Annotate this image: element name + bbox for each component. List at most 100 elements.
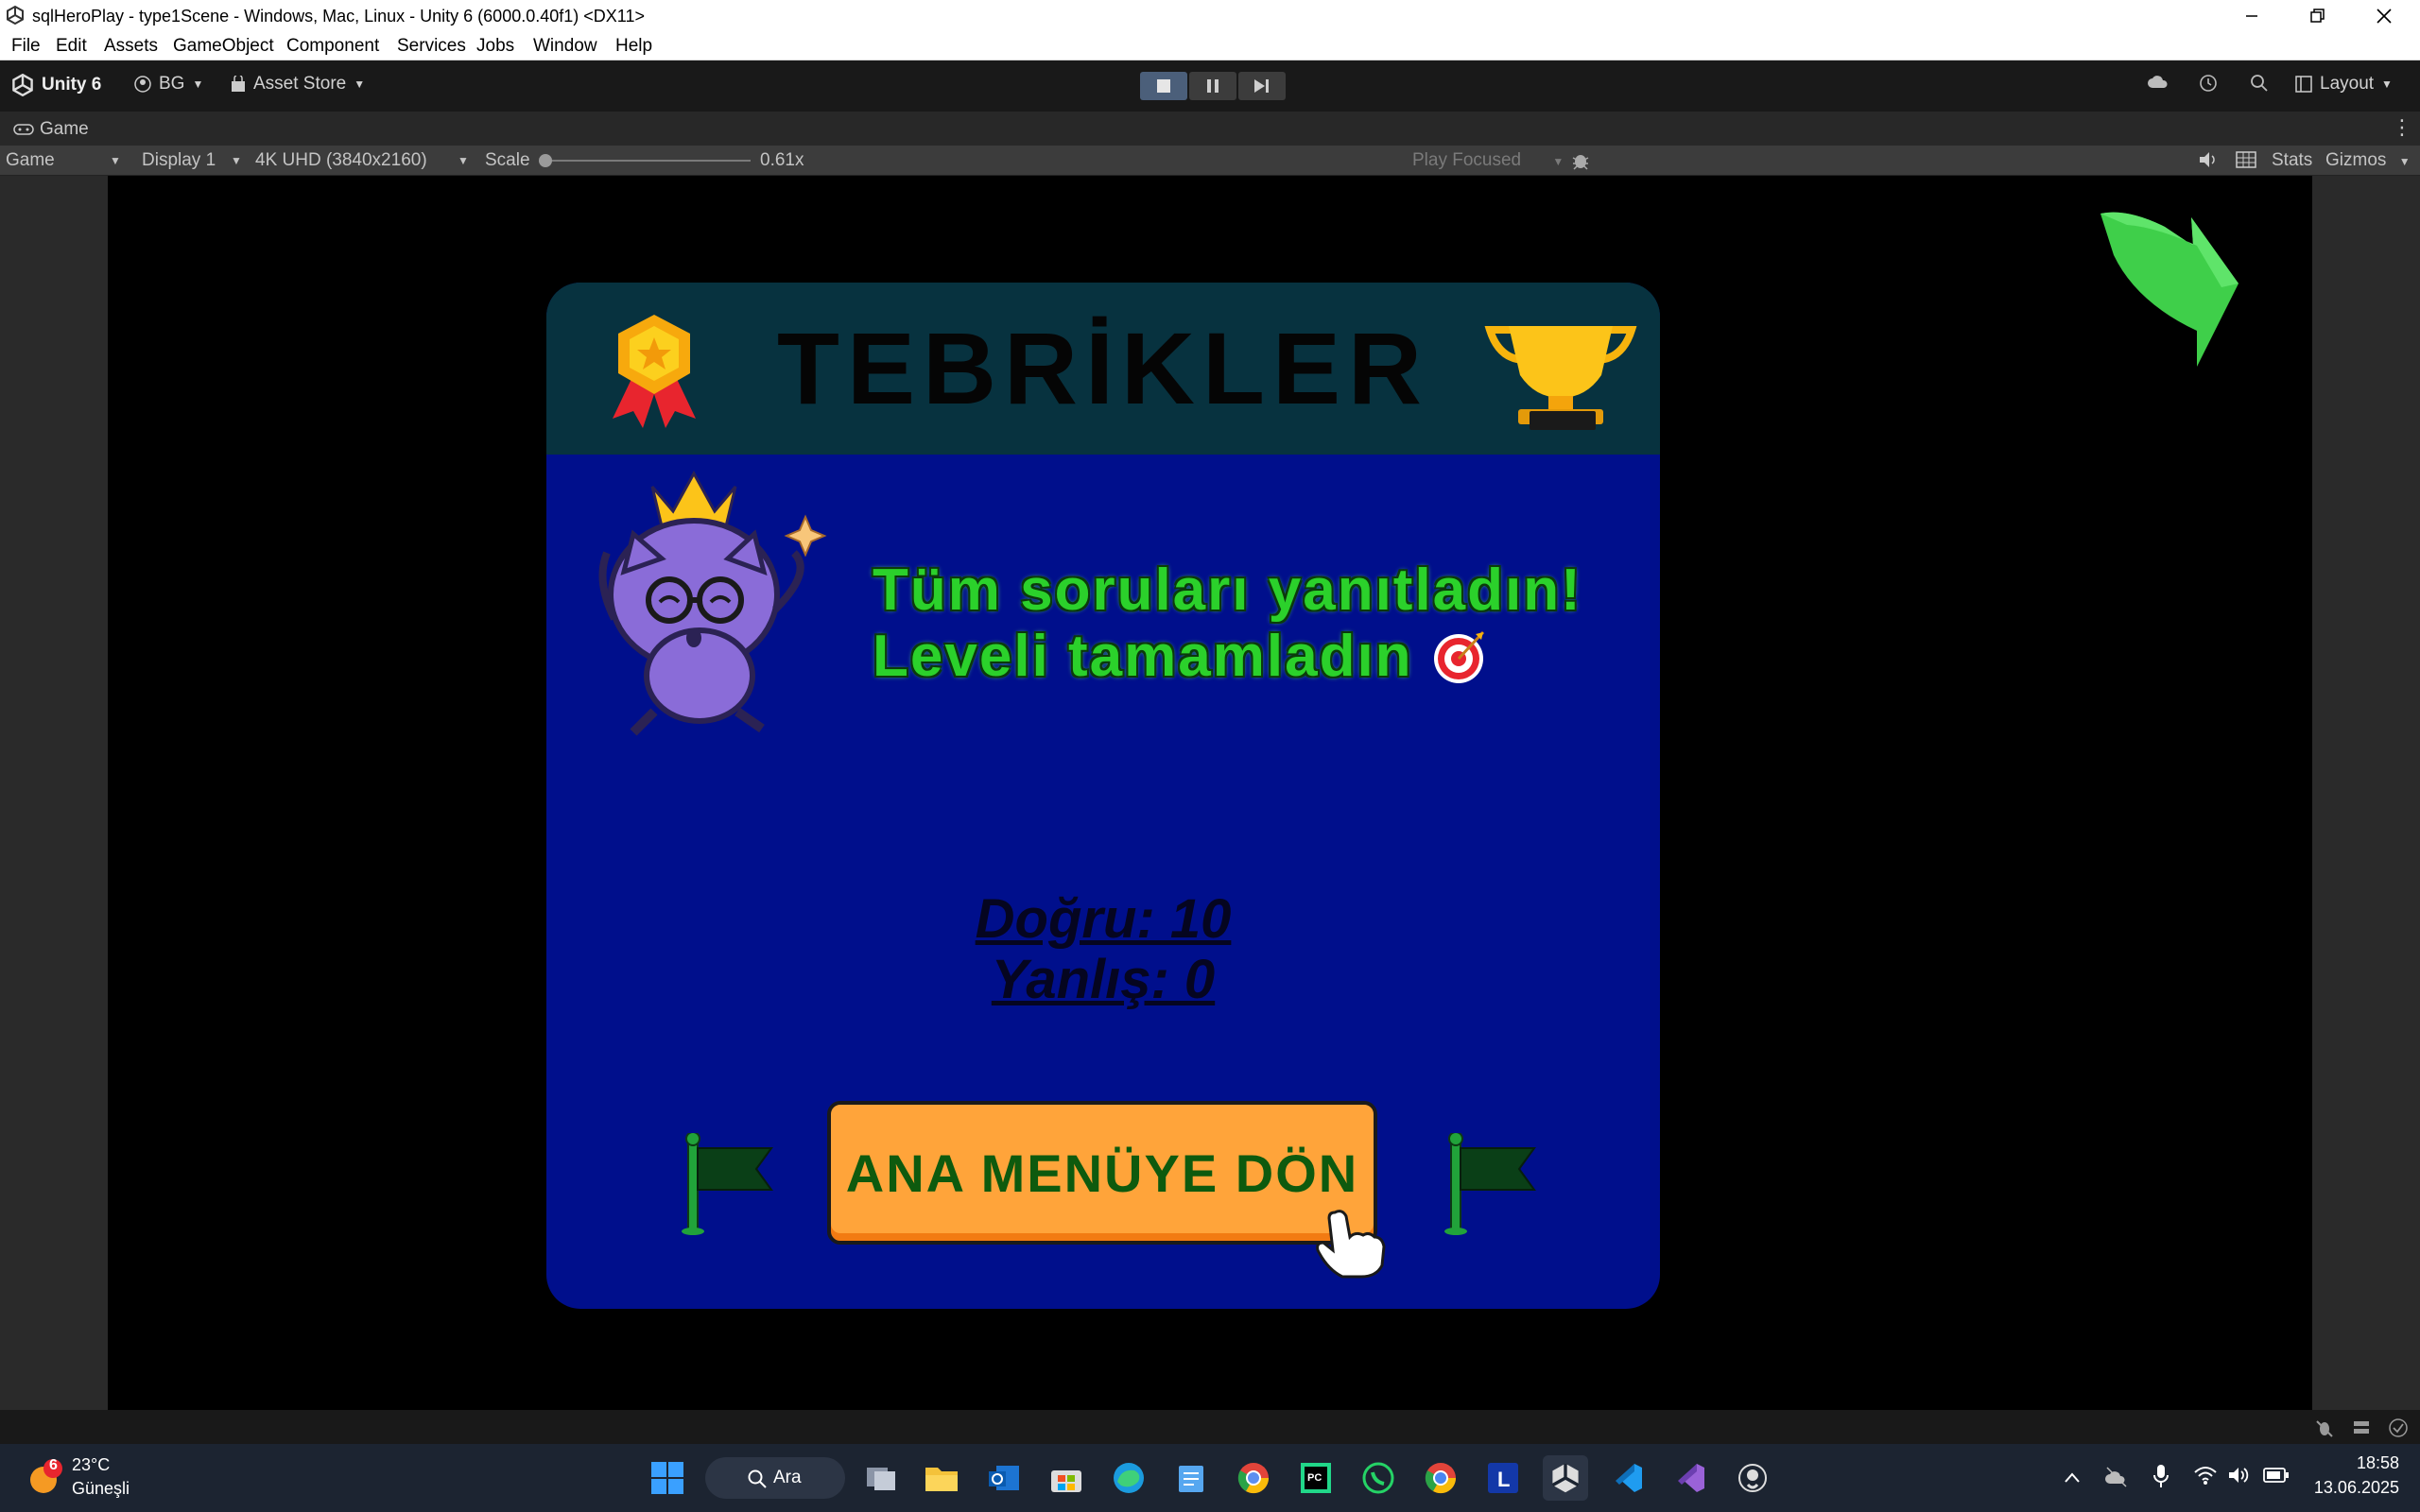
gizmos-dropdown[interactable]: Gizmos ▼ bbox=[2325, 150, 2411, 171]
weather-badge: 6 bbox=[49, 1457, 58, 1473]
gizmos-label: Gizmos bbox=[2325, 150, 2387, 170]
flag-left-icon bbox=[682, 1133, 773, 1235]
menu-file[interactable]: File bbox=[11, 36, 41, 57]
layout-dropdown[interactable]: Layout ▼ bbox=[2295, 74, 2393, 94]
tab-game[interactable]: Game bbox=[13, 119, 89, 140]
account-dropdown[interactable]: BG ▼ bbox=[134, 74, 203, 94]
weather-widget[interactable]: 6 bbox=[23, 1455, 68, 1501]
menu-window[interactable]: Window bbox=[533, 36, 597, 57]
chevron-down-icon: ▼ bbox=[2381, 77, 2393, 91]
grid-icon bbox=[2236, 151, 2256, 168]
unity-version-label: Unity 6 bbox=[42, 75, 102, 94]
search-button[interactable] bbox=[2250, 74, 2269, 93]
history-button[interactable] bbox=[2199, 74, 2218, 93]
account-label: BG bbox=[159, 74, 185, 94]
main-menu-button[interactable]: ANA MENÜYE DÖN bbox=[827, 1101, 1377, 1245]
next-arrow-icon[interactable] bbox=[2099, 208, 2250, 376]
notepad-icon[interactable] bbox=[1168, 1455, 1214, 1501]
vscode-icon[interactable] bbox=[1605, 1455, 1651, 1501]
correct-count: Doğru: 10 bbox=[975, 888, 1232, 950]
close-button[interactable] bbox=[2351, 0, 2417, 31]
clock-time[interactable]: 18:58 bbox=[2324, 1453, 2399, 1473]
kebab-menu-icon[interactable]: ⋮ bbox=[2392, 115, 2412, 140]
cloud-button[interactable] bbox=[2147, 74, 2169, 91]
restore-button[interactable] bbox=[2285, 0, 2351, 31]
wifi-icon[interactable] bbox=[2193, 1465, 2218, 1486]
l-app-icon[interactable]: L bbox=[1480, 1455, 1526, 1501]
minimize-button[interactable] bbox=[2219, 0, 2285, 31]
microphone-icon[interactable] bbox=[2152, 1463, 2170, 1489]
scale-slider-thumb[interactable] bbox=[539, 154, 552, 167]
menu-jobs[interactable]: Jobs bbox=[476, 36, 514, 57]
cache-server-icon[interactable] bbox=[2352, 1418, 2373, 1438]
game-view: TEBRİKLER Tüm soruları yanıtladın! Level… bbox=[0, 176, 2420, 1410]
menu-edit[interactable]: Edit bbox=[56, 36, 87, 57]
unity-icon[interactable] bbox=[1543, 1455, 1588, 1501]
display-dropdown[interactable]: Display 1 ▼ bbox=[142, 150, 246, 171]
unity-home-button[interactable]: Unity 6 bbox=[11, 74, 101, 96]
complete-message-line2-row: Leveli tamamladın bbox=[873, 623, 1489, 690]
windows-taskbar: 6 23°C Güneşli Ara PC L 18:58 13.06.2025 bbox=[0, 1444, 2420, 1512]
step-button[interactable] bbox=[1238, 72, 1286, 100]
trophy-icon bbox=[1484, 326, 1637, 430]
sun-cloud-icon bbox=[30, 1459, 62, 1493]
chevron-down-icon: ▼ bbox=[1552, 155, 1564, 168]
aspect-grid-button[interactable] bbox=[2236, 150, 2256, 175]
step-icon bbox=[1254, 79, 1269, 93]
outlook-icon[interactable] bbox=[981, 1455, 1027, 1501]
layout-icon bbox=[2295, 76, 2312, 93]
task-view-icon[interactable] bbox=[858, 1455, 904, 1501]
resolution-label: 4K UHD (3840x2160) bbox=[255, 150, 427, 170]
minimize-icon bbox=[2246, 14, 2257, 17]
complete-message-line2: Leveli tamamladın bbox=[873, 624, 1413, 689]
ms-store-icon[interactable] bbox=[1044, 1455, 1089, 1501]
display-label: Display 1 bbox=[142, 150, 216, 170]
menu-help[interactable]: Help bbox=[615, 36, 652, 57]
complete-message-line1: Tüm soruları yanıtladın! bbox=[873, 558, 1582, 623]
chevron-down-icon: ▼ bbox=[110, 154, 121, 167]
game-view-toolbar: Game ▼ Display 1 ▼ 4K UHD (3840x2160) ▼ … bbox=[0, 146, 2420, 176]
volume-icon[interactable] bbox=[2227, 1465, 2252, 1486]
pycharm-icon[interactable]: PC bbox=[1293, 1455, 1339, 1501]
windows-start-icon[interactable] bbox=[645, 1455, 690, 1501]
chrome-icon[interactable] bbox=[1418, 1455, 1463, 1501]
scale-value: 0.61x bbox=[760, 150, 804, 170]
edge-icon[interactable] bbox=[1106, 1455, 1151, 1501]
stop-button[interactable] bbox=[1140, 72, 1187, 100]
menu-assets[interactable]: Assets bbox=[104, 36, 158, 57]
view-mode-label: Game bbox=[6, 150, 55, 170]
bug-icon bbox=[1572, 155, 1589, 170]
main-menu-button-label: ANA MENÜYE DÖN bbox=[845, 1143, 1359, 1203]
debug-icon[interactable] bbox=[2314, 1418, 2335, 1438]
visual-studio-icon[interactable] bbox=[1668, 1455, 1713, 1501]
menu-component[interactable]: Component bbox=[286, 36, 379, 57]
taskbar-search[interactable]: Ara bbox=[705, 1457, 845, 1499]
menu-gameobject[interactable]: GameObject bbox=[173, 36, 274, 57]
check-circle-icon[interactable] bbox=[2388, 1418, 2409, 1438]
onedrive-icon[interactable] bbox=[2104, 1465, 2129, 1489]
chevron-up-icon[interactable] bbox=[2063, 1469, 2082, 1487]
scale-slider-track[interactable] bbox=[543, 160, 751, 162]
svg-text:PC: PC bbox=[1307, 1472, 1322, 1484]
chrome-dev-icon[interactable] bbox=[1231, 1455, 1276, 1501]
battery-icon[interactable] bbox=[2263, 1467, 2290, 1484]
tab-game-label: Game bbox=[40, 119, 89, 139]
chevron-down-icon: ▼ bbox=[2398, 155, 2411, 168]
asset-store-label: Asset Store bbox=[253, 74, 347, 94]
play-focused-dropdown[interactable]: Play Focused ▼ bbox=[1412, 150, 1564, 171]
view-mode-dropdown[interactable]: Game ▼ bbox=[6, 150, 123, 171]
menu-services[interactable]: Services bbox=[397, 36, 466, 57]
mute-audio-button[interactable] bbox=[2198, 150, 2219, 175]
resolution-dropdown[interactable]: 4K UHD (3840x2160) ▼ bbox=[255, 150, 475, 171]
pause-button[interactable] bbox=[1189, 72, 1236, 100]
gamepad-icon bbox=[13, 124, 34, 135]
github-icon[interactable] bbox=[1730, 1455, 1775, 1501]
asset-store-dropdown[interactable]: Asset Store ▼ bbox=[231, 74, 365, 94]
whatsapp-icon[interactable] bbox=[1356, 1455, 1401, 1501]
file-explorer-icon[interactable] bbox=[919, 1455, 964, 1501]
chevron-down-icon: ▼ bbox=[231, 154, 242, 167]
clock-date[interactable]: 13.06.2025 bbox=[2295, 1478, 2399, 1498]
title-bar: sqlHeroPlay - type1Scene - Windows, Mac,… bbox=[0, 0, 2420, 31]
bug-button[interactable] bbox=[1570, 150, 1591, 177]
stats-button[interactable]: Stats bbox=[2272, 150, 2312, 171]
